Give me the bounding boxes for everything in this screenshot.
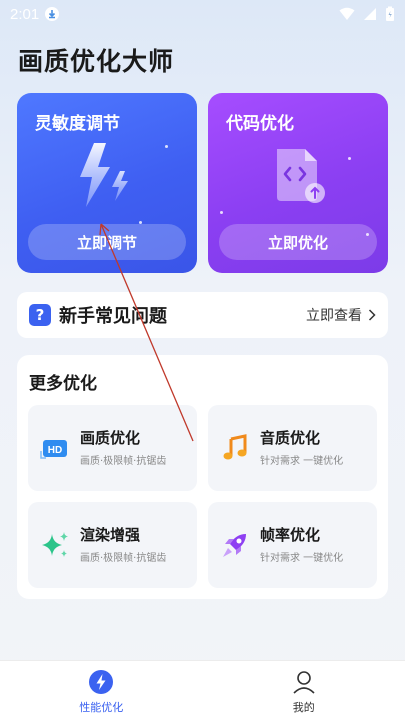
adjust-now-button[interactable]: 立即调节	[28, 224, 186, 260]
tile-title: 画质优化	[80, 429, 141, 447]
tab-mine[interactable]: 我的	[203, 661, 405, 720]
status-icons	[339, 6, 395, 22]
optimize-now-button[interactable]: 立即优化	[219, 224, 377, 260]
tile-subtitle: 画质·极限帧·抗锯齿	[80, 456, 167, 467]
status-time: 2:01	[10, 5, 40, 23]
sparkle-dot	[348, 157, 351, 160]
status-bar: 2:01	[0, 0, 405, 28]
signal-icon	[364, 8, 376, 20]
tab-label: 性能优化	[79, 701, 124, 714]
tile-render-enhance[interactable]: 渲染增强 画质·极限帧·抗锯齿	[28, 502, 197, 588]
tab-label: 我的	[292, 701, 315, 714]
tile-subtitle: 画质·极限帧·抗锯齿	[80, 553, 167, 564]
tab-performance[interactable]: 性能优化	[0, 661, 203, 720]
chevron-right-icon	[368, 309, 376, 321]
faq-row[interactable]: ? 新手常见问题 立即查看	[17, 292, 388, 338]
lightning-circle-icon	[89, 670, 114, 694]
user-icon	[293, 671, 315, 694]
bottom-tab-bar: 性能优化 我的	[0, 660, 405, 720]
tile-audio-quality[interactable]: 音质优化 针对需求 一键优化	[208, 405, 377, 491]
rocket-icon	[223, 534, 246, 557]
tile-subtitle: 针对需求 一键优化	[260, 456, 344, 467]
lightning-icon	[80, 143, 128, 207]
tile-title: 帧率优化	[260, 526, 321, 544]
faq-link-label: 立即查看	[306, 308, 362, 324]
tile-image-quality[interactable]: HD 画质优化 画质·极限帧·抗锯齿	[28, 405, 197, 491]
sparkle-dot	[165, 145, 168, 148]
page-title: 画质优化大师	[18, 47, 175, 76]
svg-text:HD: HD	[48, 445, 62, 456]
hd-icon: HD	[40, 440, 67, 459]
section-title: 更多优化	[29, 374, 97, 394]
music-note-icon	[223, 434, 247, 460]
tile-subtitle: 针对需求 一键优化	[260, 553, 344, 564]
sparkle-icon	[42, 532, 68, 557]
sparkle-dot	[220, 211, 223, 214]
code-file-icon	[277, 149, 325, 203]
tile-frame-rate[interactable]: 帧率优化 针对需求 一键优化	[208, 502, 377, 588]
download-icon	[45, 7, 60, 21]
tile-title: 音质优化	[260, 429, 321, 447]
battery-icon	[386, 6, 394, 21]
question-icon: ?	[29, 304, 51, 326]
code-optimize-card[interactable]: 代码优化 立即优化	[208, 93, 388, 273]
faq-view-link[interactable]: 立即查看	[306, 305, 376, 325]
sensitivity-card-title: 灵敏度调节	[35, 114, 120, 134]
faq-title: 新手常见问题	[59, 306, 167, 327]
tile-title: 渲染增强	[80, 526, 141, 544]
wifi-icon	[339, 7, 355, 20]
code-card-title: 代码优化	[226, 114, 294, 134]
more-optimization-section: 更多优化 HD 画质优化 画质·极限帧·抗锯齿 音质优化 针对需求 一键优化 渲…	[17, 355, 388, 599]
sensitivity-card[interactable]: 灵敏度调节 立即调节	[17, 93, 197, 273]
